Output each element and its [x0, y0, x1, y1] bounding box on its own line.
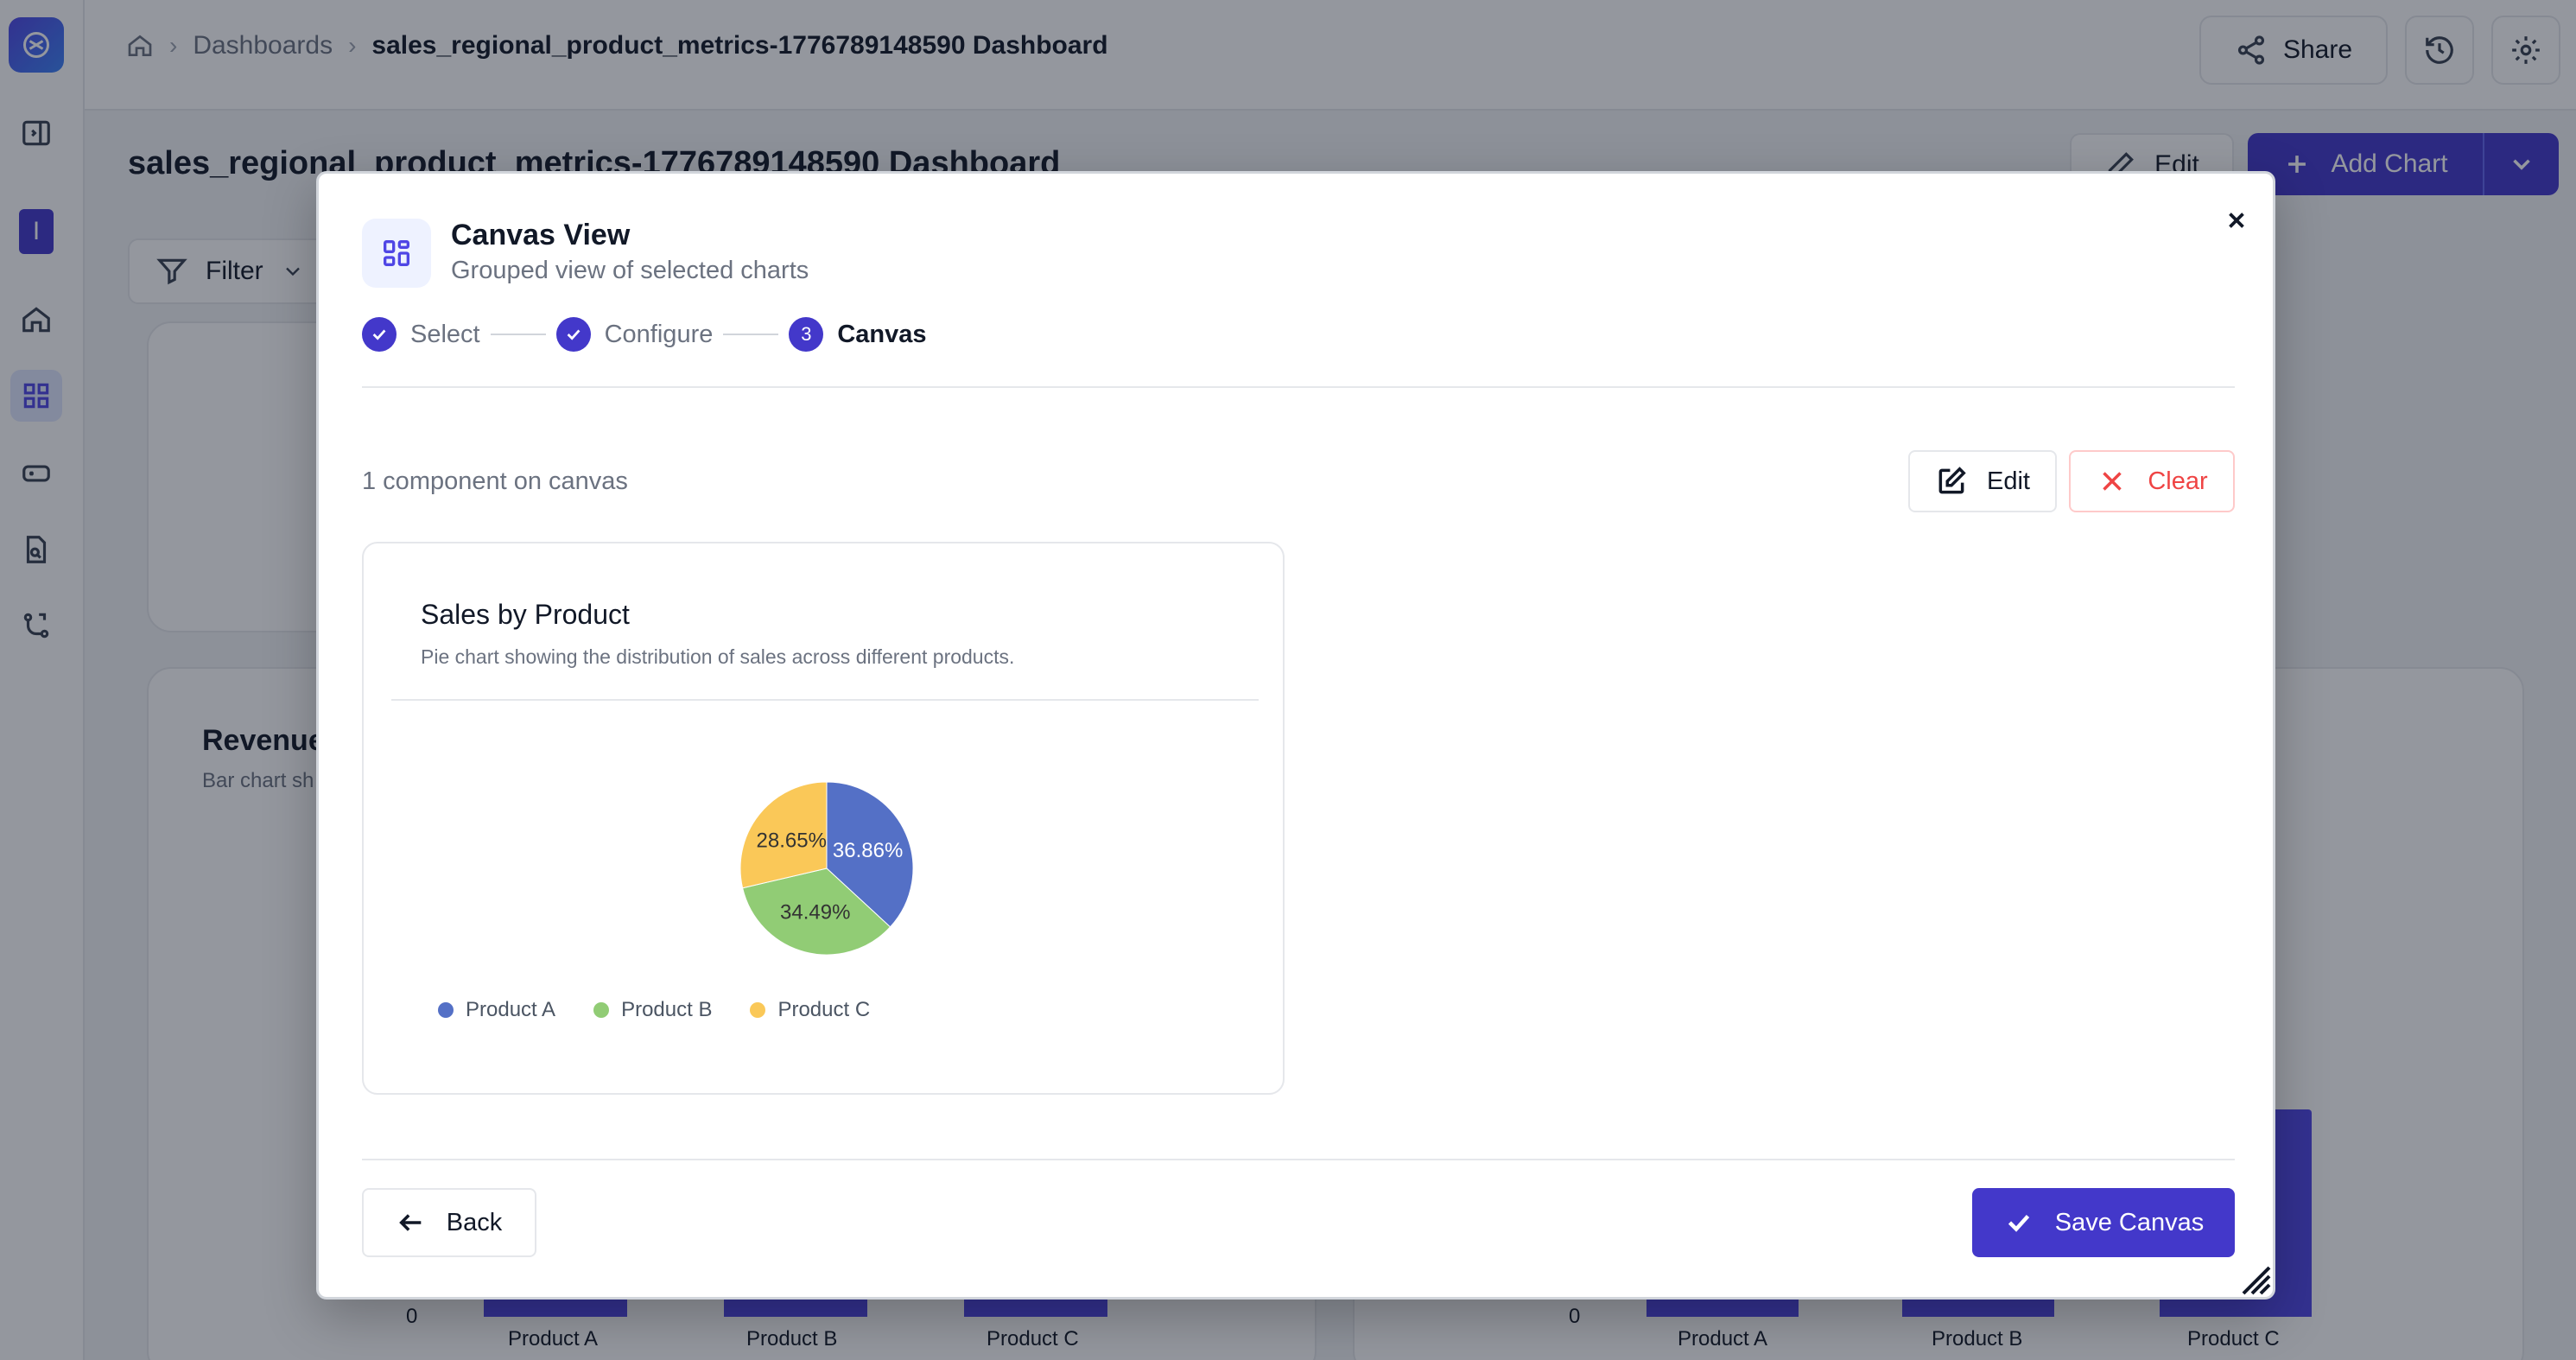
legend-marker: [593, 1002, 610, 1018]
step-configure[interactable]: Configure: [555, 317, 714, 352]
canvas-edit-label: Edit: [1987, 467, 2030, 495]
step-connector: [490, 334, 546, 335]
component-count: 1 component on canvas: [362, 467, 628, 495]
step-label: Configure: [604, 320, 714, 348]
resize-handle-icon[interactable]: [2237, 1261, 2271, 1295]
arrow-left-icon: [398, 1214, 422, 1231]
legend-label: Product C: [777, 998, 871, 1021]
legend-marker: [750, 1002, 766, 1018]
back-label: Back: [446, 1208, 503, 1236]
close-icon: [2229, 213, 2244, 228]
back-button[interactable]: Back: [362, 1188, 536, 1257]
pie-data-label: 28.65%: [757, 829, 827, 853]
save-canvas-label: Save Canvas: [2054, 1208, 2205, 1236]
legend-item[interactable]: Product C: [750, 998, 870, 1022]
check-icon: [362, 317, 397, 352]
step-number: 3: [789, 317, 824, 352]
chart-legend: Product A Product B Product C: [438, 998, 870, 1022]
chart-title: Sales by Product: [421, 599, 630, 630]
legend-item[interactable]: Product A: [438, 998, 555, 1022]
grid-layout-icon: [362, 219, 431, 288]
step-label: Canvas: [837, 320, 927, 348]
step-canvas: 3 Canvas: [789, 317, 927, 352]
canvas-clear-button[interactable]: Clear: [2069, 450, 2235, 512]
legend-item[interactable]: Product B: [593, 998, 712, 1022]
close-icon: [2103, 472, 2122, 491]
edit-icon: [1938, 467, 1966, 494]
canvas-clear-label: Clear: [2148, 467, 2208, 495]
divider: [362, 386, 2235, 388]
canvas-view-modal: Canvas View Grouped view of selected cha…: [316, 171, 2275, 1300]
legend-marker: [438, 1002, 454, 1018]
divider: [362, 1159, 2235, 1160]
pie-data-label: 34.49%: [780, 900, 850, 924]
pie-data-label: 36.86%: [833, 839, 903, 862]
pie-chart: 36.86% 34.49% 28.65%: [740, 782, 913, 955]
canvas-edit-button[interactable]: Edit: [1908, 450, 2057, 512]
canvas-chart-card[interactable]: Sales by Product Pie chart showing the d…: [362, 542, 1285, 1095]
modal-title: Canvas View: [451, 219, 631, 251]
stepper: Select Configure 3 Canvas: [362, 317, 927, 352]
chart-subtitle: Pie chart showing the distribution of sa…: [421, 645, 1015, 668]
legend-label: Product A: [466, 998, 556, 1021]
save-canvas-button[interactable]: Save Canvas: [1972, 1188, 2235, 1257]
step-select[interactable]: Select: [362, 317, 480, 352]
divider: [391, 699, 1259, 701]
modal-subtitle: Grouped view of selected charts: [451, 257, 809, 284]
step-connector: [723, 334, 779, 335]
close-button[interactable]: [2218, 201, 2256, 239]
check-icon: [2008, 1214, 2029, 1232]
legend-label: Product B: [621, 998, 713, 1021]
check-icon: [555, 317, 591, 352]
step-label: Select: [410, 320, 480, 348]
